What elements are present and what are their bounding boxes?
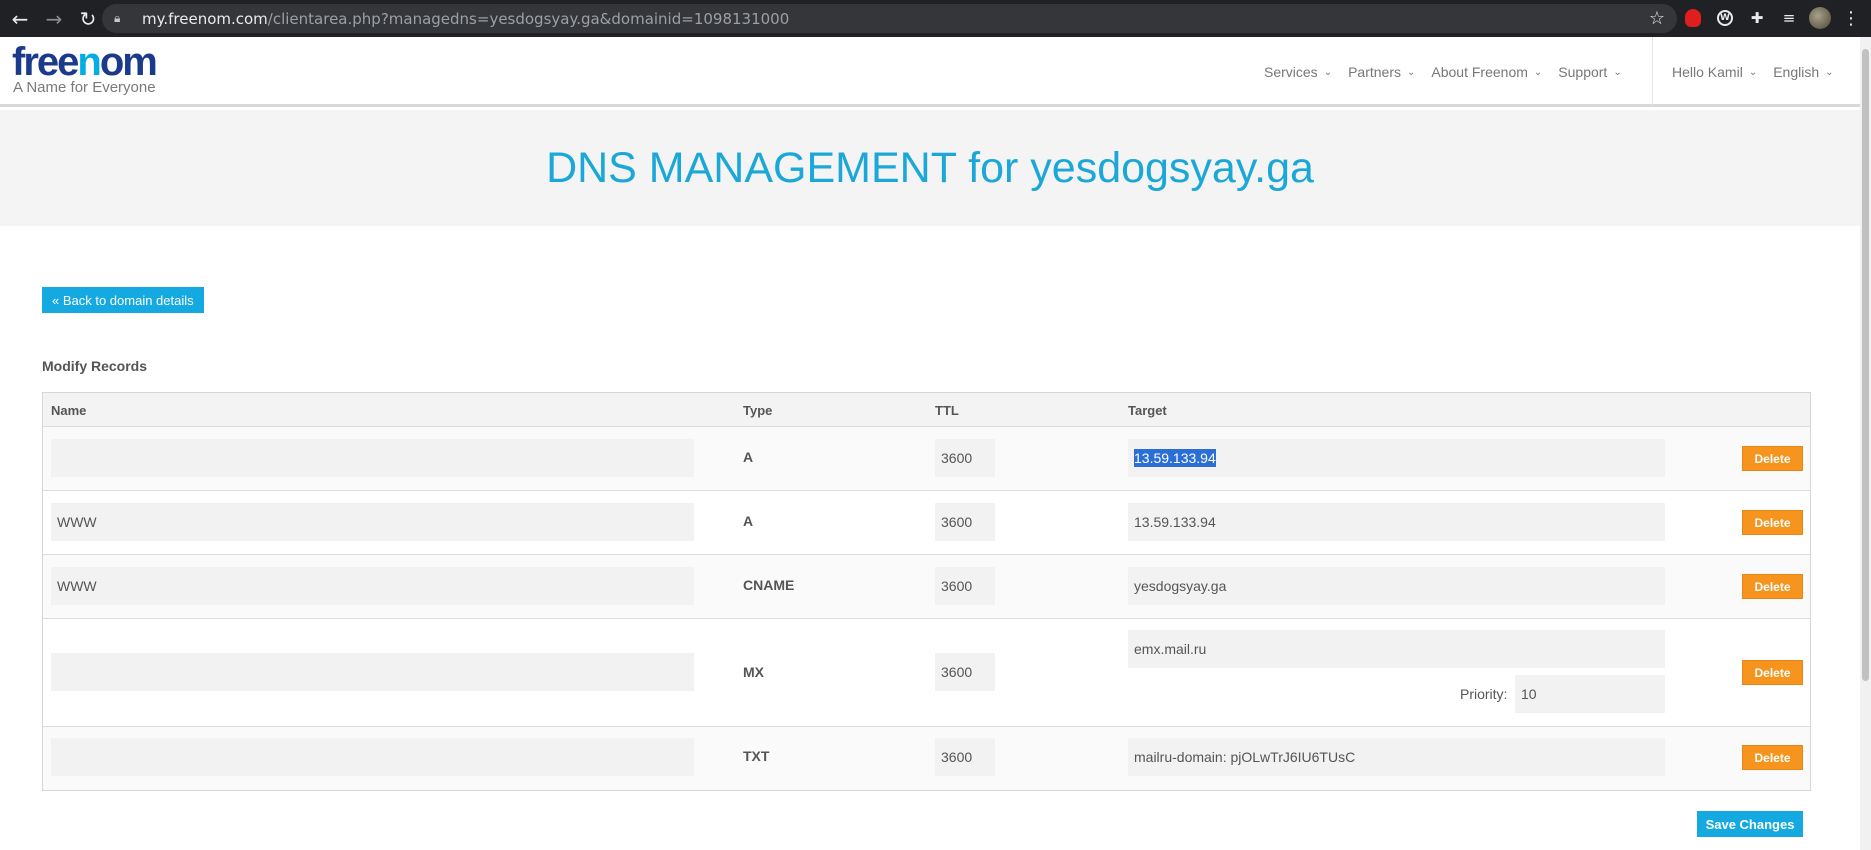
lock-icon: 🔒︎ [114,11,121,25]
extensions-puzzle-icon[interactable]: ✚ [1746,7,1768,29]
browser-toolbar: ← → ↻ 🔒︎ my.freenom.com/clientarea.php?m… [0,0,1871,37]
record-name-input[interactable] [51,738,694,776]
delete-button[interactable]: Delete [1742,574,1803,599]
freenom-logo[interactable]: freenom A Name for Everyone [12,40,158,96]
selected-text: 13.59.133.94 [1134,449,1216,467]
chevron-down-icon: ⌄ [1825,66,1834,78]
record-ttl-input[interactable]: 3600 [935,503,995,541]
nav-support[interactable]: Support ⌄ [1558,64,1621,80]
bookmark-star-icon[interactable]: ☆ [1649,8,1665,29]
profile-avatar[interactable] [1809,7,1831,29]
priority-label: Priority: [1460,686,1508,702]
extension-w-icon[interactable]: W [1714,7,1736,29]
logo-tagline: A Name for Everyone [13,79,156,96]
address-bar[interactable]: 🔒︎ my.freenom.com/clientarea.php?managed… [102,4,1677,33]
nav-partners[interactable]: Partners ⌄ [1348,64,1415,80]
delete-button[interactable]: Delete [1742,446,1803,471]
table-row: WWW CNAME 3600 yesdogsyay.ga Delete [43,555,1810,619]
record-type: TXT [743,748,770,764]
dns-records-table: Name Type TTL Target A 3600 13.59.133.94… [42,392,1811,791]
priority-input[interactable]: 10 [1515,675,1665,713]
nav-language[interactable]: English ⌄ [1773,64,1833,80]
page: freenom A Name for Everyone Services ⌄ Pa… [0,37,1860,850]
record-type: A [743,513,754,529]
record-name-input[interactable] [51,653,694,691]
header-ttl: TTL [935,403,959,418]
header-name: Name [51,403,87,418]
chevron-down-icon: ⌄ [1323,66,1333,78]
record-ttl-input[interactable]: 3600 [935,439,995,477]
media-playlist-icon[interactable]: ≡ [1778,7,1800,29]
back-to-domain-button[interactable]: « Back to domain details [42,287,204,313]
record-target-input[interactable]: emx.mail.ru [1128,630,1665,668]
page-title: DNS MANAGEMENT for yesdogsyay.ga [546,143,1314,192]
delete-button[interactable]: Delete [1742,745,1803,770]
table-row: WWW A 3600 13.59.133.94 Delete [43,491,1810,555]
delete-button[interactable]: Delete [1742,660,1803,685]
site-header: freenom A Name for Everyone Services ⌄ Pa… [0,37,1860,107]
table-row: TXT 3600 mailru-domain: pjOLwTrJ6IU6TUsC… [43,727,1810,790]
record-name-input[interactable] [51,439,694,477]
adblock-extension-icon[interactable] [1682,7,1704,29]
nav-services[interactable]: Services ⌄ [1264,64,1332,80]
record-target-input[interactable]: mailru-domain: pjOLwTrJ6IU6TUsC [1128,738,1665,776]
chevron-down-icon: ⌄ [1613,66,1622,78]
section-title: Modify Records [42,358,148,374]
record-target-input[interactable]: 13.59.133.94 [1128,439,1665,477]
record-target-input[interactable]: yesdogsyay.ga [1128,567,1665,605]
url-path: /clientarea.php?managedns=yesdogsyay.ga&… [267,9,790,28]
main-nav: Services ⌄ Partners ⌄ About Freenom ⌄ Suppo… [1264,37,1638,107]
url-host: my.freenom.com [142,9,268,28]
chevron-down-icon: ⌄ [1748,66,1758,78]
chevron-down-icon: ⌄ [1407,66,1416,78]
record-name-input[interactable]: WWW [51,567,694,605]
browser-menu-icon[interactable]: ⋮ [1840,7,1862,29]
nav-divider [1652,37,1653,105]
record-name-input[interactable]: WWW [51,503,694,541]
record-ttl-input[interactable]: 3600 [935,567,995,605]
header-target: Target [1128,403,1167,418]
page-banner: DNS MANAGEMENT for yesdogsyay.ga [0,110,1860,226]
header-type: Type [743,403,773,418]
record-type: CNAME [743,577,795,593]
record-type: MX [743,664,764,680]
record-type: A [743,449,754,465]
logo-wordmark: freenom [12,40,158,84]
record-ttl-input[interactable]: 3600 [935,738,995,776]
table-row: A 3600 13.59.133.94 Delete [43,427,1810,491]
save-changes-button[interactable]: Save Changes [1697,811,1803,837]
chevron-down-icon: ⌄ [1533,66,1543,78]
nav-user-menu[interactable]: Hello Kamil ⌄ [1672,64,1757,80]
page-scrollbar[interactable] [1860,37,1871,850]
nav-about[interactable]: About Freenom ⌄ [1431,64,1542,80]
record-ttl-input[interactable]: 3600 [935,653,995,691]
table-row: MX 3600 emx.mail.ru Priority: 10 Delete [43,619,1810,727]
record-target-input[interactable]: 13.59.133.94 [1128,503,1665,541]
scrollbar-thumb[interactable] [1862,49,1869,681]
table-header: Name Type TTL Target [43,393,1810,427]
delete-button[interactable]: Delete [1742,510,1803,535]
user-nav: Hello Kamil ⌄ English ⌄ [1672,37,1850,107]
